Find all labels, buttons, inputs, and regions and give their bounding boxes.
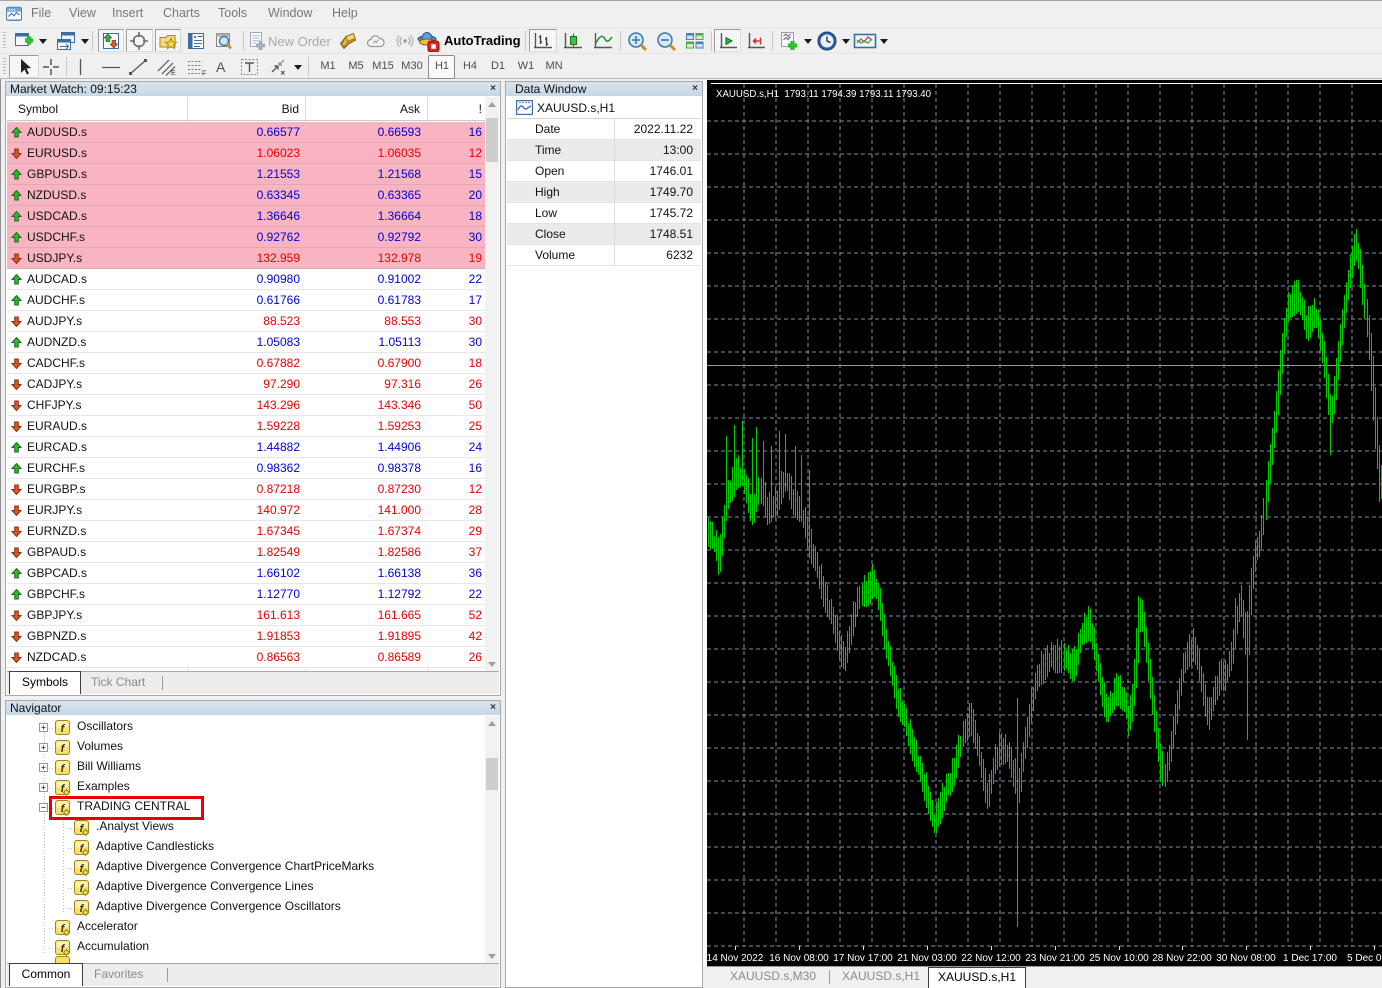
svg-text:28 Nov 22:00: 28 Nov 22:00 bbox=[1152, 953, 1212, 964]
svg-text:16 Nov 08:00: 16 Nov 08:00 bbox=[769, 953, 829, 964]
svg-text:1 Dec 17:00: 1 Dec 17:00 bbox=[1283, 953, 1337, 964]
svg-text:25 Nov 10:00: 25 Nov 10:00 bbox=[1089, 953, 1149, 964]
svg-text:22 Nov 12:00: 22 Nov 12:00 bbox=[961, 953, 1021, 964]
svg-text:E: E bbox=[171, 70, 176, 76]
svg-text:F: F bbox=[202, 71, 206, 77]
svg-text:17 Nov 17:00: 17 Nov 17:00 bbox=[833, 953, 893, 964]
svg-text:23 Nov 21:00: 23 Nov 21:00 bbox=[1025, 953, 1085, 964]
svg-text:21 Nov 03:00: 21 Nov 03:00 bbox=[897, 953, 957, 964]
svg-text:14 Nov 2022: 14 Nov 2022 bbox=[707, 953, 764, 964]
svg-text:30 Nov 08:00: 30 Nov 08:00 bbox=[1216, 953, 1276, 964]
svg-text:5 Dec 02:00: 5 Dec 02:00 bbox=[1347, 953, 1382, 964]
svg-text:XAUUSD.s,H1 1793.11 1794.39 1: XAUUSD.s,H1 1793.11 1794.39 1793.11 1793… bbox=[716, 89, 932, 100]
